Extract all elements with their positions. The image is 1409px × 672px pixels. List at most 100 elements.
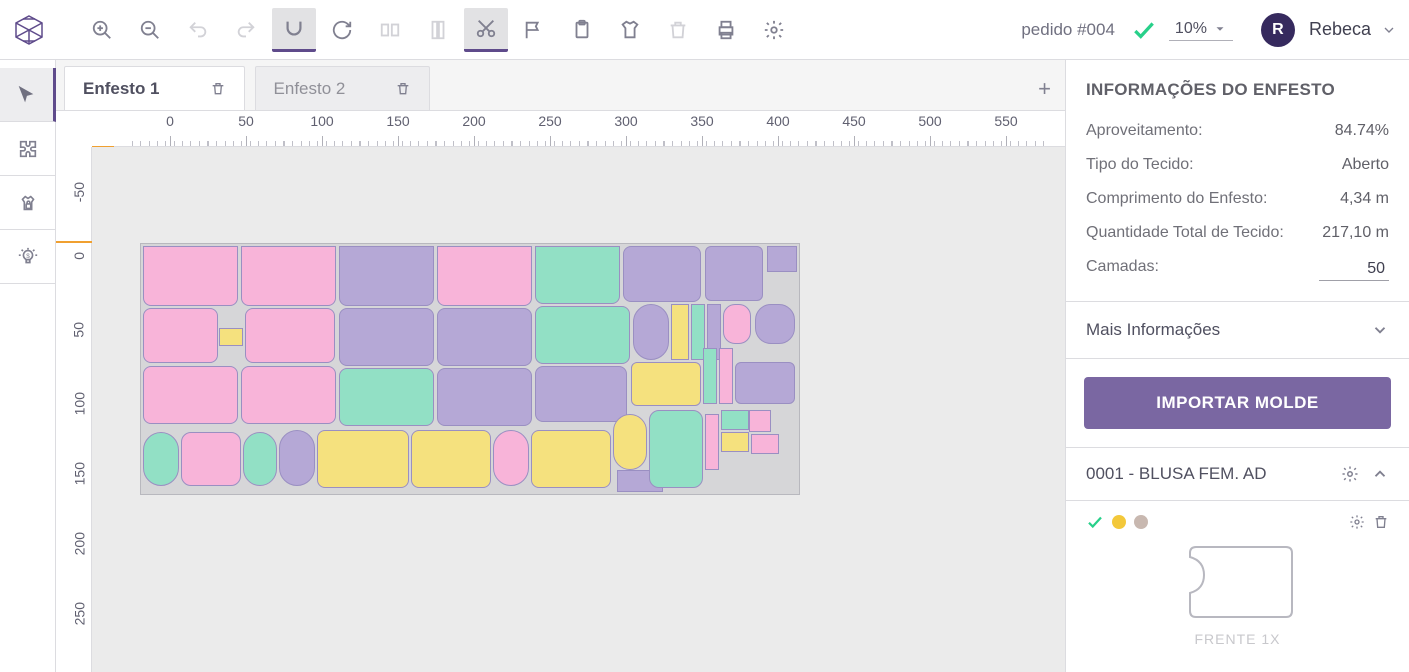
- workspace[interactable]: 0 50 100 150 200 250 300 350 400 450 500…: [56, 110, 1065, 672]
- pattern-piece[interactable]: [535, 306, 630, 364]
- pattern-piece[interactable]: [735, 362, 795, 404]
- tab-label: Enfesto 2: [274, 79, 346, 99]
- cut-button[interactable]: [464, 8, 508, 52]
- tab-label: Enfesto 1: [83, 79, 160, 99]
- pattern-piece[interactable]: [631, 362, 701, 406]
- pattern-piece[interactable]: [437, 246, 532, 306]
- pointer-tool[interactable]: [0, 68, 56, 122]
- mold-header[interactable]: 0001 - BLUSA FEM. AD: [1066, 447, 1409, 500]
- gear-icon[interactable]: [1341, 465, 1359, 483]
- chevron-up-icon[interactable]: [1371, 465, 1389, 483]
- pattern-piece[interactable]: [219, 328, 243, 346]
- pattern-piece[interactable]: [613, 414, 647, 470]
- user-menu-chevron-icon[interactable]: [1381, 22, 1397, 38]
- redo-button[interactable]: [224, 8, 268, 52]
- pattern-piece[interactable]: [751, 434, 779, 454]
- left-toolbar: $: [0, 60, 56, 672]
- user-avatar[interactable]: R: [1261, 13, 1295, 47]
- info-row-comprimento: Comprimento do Enfesto: 4,34 m: [1066, 182, 1409, 216]
- pattern-piece[interactable]: [535, 246, 620, 304]
- pattern-piece[interactable]: [339, 246, 434, 306]
- tab-enfesto-2[interactable]: Enfesto 2: [255, 66, 431, 110]
- piece-preview: [1086, 537, 1389, 627]
- user-name: Rebeca: [1309, 19, 1371, 40]
- pattern-piece[interactable]: [649, 410, 703, 488]
- pattern-piece[interactable]: [411, 430, 491, 488]
- zoom-value: 10%: [1175, 20, 1207, 38]
- pattern-piece[interactable]: [767, 246, 797, 272]
- lightbulb-tool[interactable]: $: [0, 230, 56, 284]
- trash-button[interactable]: [656, 8, 700, 52]
- pattern-piece[interactable]: [241, 246, 336, 306]
- pattern-piece[interactable]: [633, 304, 669, 360]
- print-button[interactable]: [704, 8, 748, 52]
- pattern-piece[interactable]: [535, 366, 627, 422]
- zoom-dropdown[interactable]: 10%: [1169, 18, 1233, 41]
- lock-shirt-tool[interactable]: [0, 176, 56, 230]
- undo-button[interactable]: [176, 8, 220, 52]
- vertical-ruler: -50 0 50 100 150 200 250: [56, 147, 92, 672]
- gear-icon[interactable]: [1349, 514, 1365, 530]
- piece-label: FRENTE 1X: [1086, 631, 1389, 647]
- pattern-piece[interactable]: [437, 368, 532, 426]
- color-dot-yellow: [1112, 515, 1126, 529]
- pattern-piece[interactable]: [339, 308, 434, 366]
- add-tab-button[interactable]: +: [1038, 76, 1051, 102]
- chevron-down-icon: [1371, 321, 1389, 339]
- refresh-button[interactable]: [320, 8, 364, 52]
- tab-enfesto-1[interactable]: Enfesto 1: [64, 66, 245, 110]
- pattern-piece[interactable]: [143, 308, 218, 363]
- pattern-piece[interactable]: [437, 308, 532, 366]
- pattern-piece[interactable]: [705, 414, 719, 470]
- pattern-piece[interactable]: [143, 246, 238, 306]
- pattern-piece[interactable]: [279, 430, 315, 486]
- flip-h-button[interactable]: [368, 8, 412, 52]
- clipboard-button[interactable]: [560, 8, 604, 52]
- pattern-piece[interactable]: [721, 410, 749, 430]
- pattern-piece[interactable]: [143, 432, 179, 486]
- shirt-button[interactable]: [608, 8, 652, 52]
- canvas-surface[interactable]: [92, 147, 1065, 672]
- info-row-camadas: Camadas:: [1066, 250, 1409, 289]
- pattern-piece[interactable]: [749, 410, 771, 432]
- snap-button[interactable]: [272, 8, 316, 52]
- pattern-piece[interactable]: [531, 430, 611, 488]
- pattern-piece[interactable]: [143, 366, 238, 424]
- zoom-out-button[interactable]: [128, 8, 172, 52]
- pattern-piece[interactable]: [243, 432, 277, 486]
- layers-input[interactable]: [1319, 258, 1389, 281]
- flag-button[interactable]: [512, 8, 556, 52]
- svg-text:$: $: [26, 252, 30, 259]
- pattern-piece[interactable]: [339, 368, 434, 426]
- import-mold-button[interactable]: IMPORTAR MOLDE: [1084, 377, 1391, 429]
- info-panel: INFORMAÇÕES DO ENFESTO Aproveitamento: 8…: [1065, 60, 1409, 672]
- pattern-piece[interactable]: [245, 308, 335, 363]
- tab-close-icon[interactable]: [395, 81, 411, 97]
- settings-button[interactable]: [752, 8, 796, 52]
- pattern-piece[interactable]: [181, 432, 241, 486]
- flip-v-button[interactable]: [416, 8, 460, 52]
- puzzle-tool[interactable]: [0, 122, 56, 176]
- pattern-piece[interactable]: [719, 348, 733, 404]
- check-icon: [1086, 513, 1104, 531]
- trash-icon[interactable]: [1373, 514, 1389, 530]
- fabric-area: [140, 243, 800, 495]
- top-toolbar: pedido #004 10% R Rebeca: [0, 0, 1409, 60]
- horizontal-ruler: 0 50 100 150 200 250 300 350 400 450 500…: [92, 111, 1065, 147]
- pattern-piece[interactable]: [493, 430, 529, 486]
- pattern-piece[interactable]: [623, 246, 701, 302]
- pattern-piece[interactable]: [671, 304, 689, 360]
- layout-tabs: Enfesto 1 Enfesto 2 +: [56, 60, 1065, 110]
- pattern-piece[interactable]: [721, 432, 749, 452]
- pattern-piece[interactable]: [317, 430, 409, 488]
- tab-close-icon[interactable]: [210, 81, 226, 97]
- pattern-piece[interactable]: [723, 304, 751, 344]
- zoom-in-button[interactable]: [80, 8, 124, 52]
- pattern-piece[interactable]: [755, 304, 795, 344]
- pattern-piece[interactable]: [703, 348, 717, 404]
- pattern-piece[interactable]: [705, 246, 763, 301]
- pattern-piece[interactable]: [241, 366, 336, 424]
- order-label: pedido #004: [1021, 20, 1115, 40]
- info-row-quantidade: Quantidade Total de Tecido: 217,10 m: [1066, 216, 1409, 250]
- more-info-accordion[interactable]: Mais Informações: [1066, 302, 1409, 359]
